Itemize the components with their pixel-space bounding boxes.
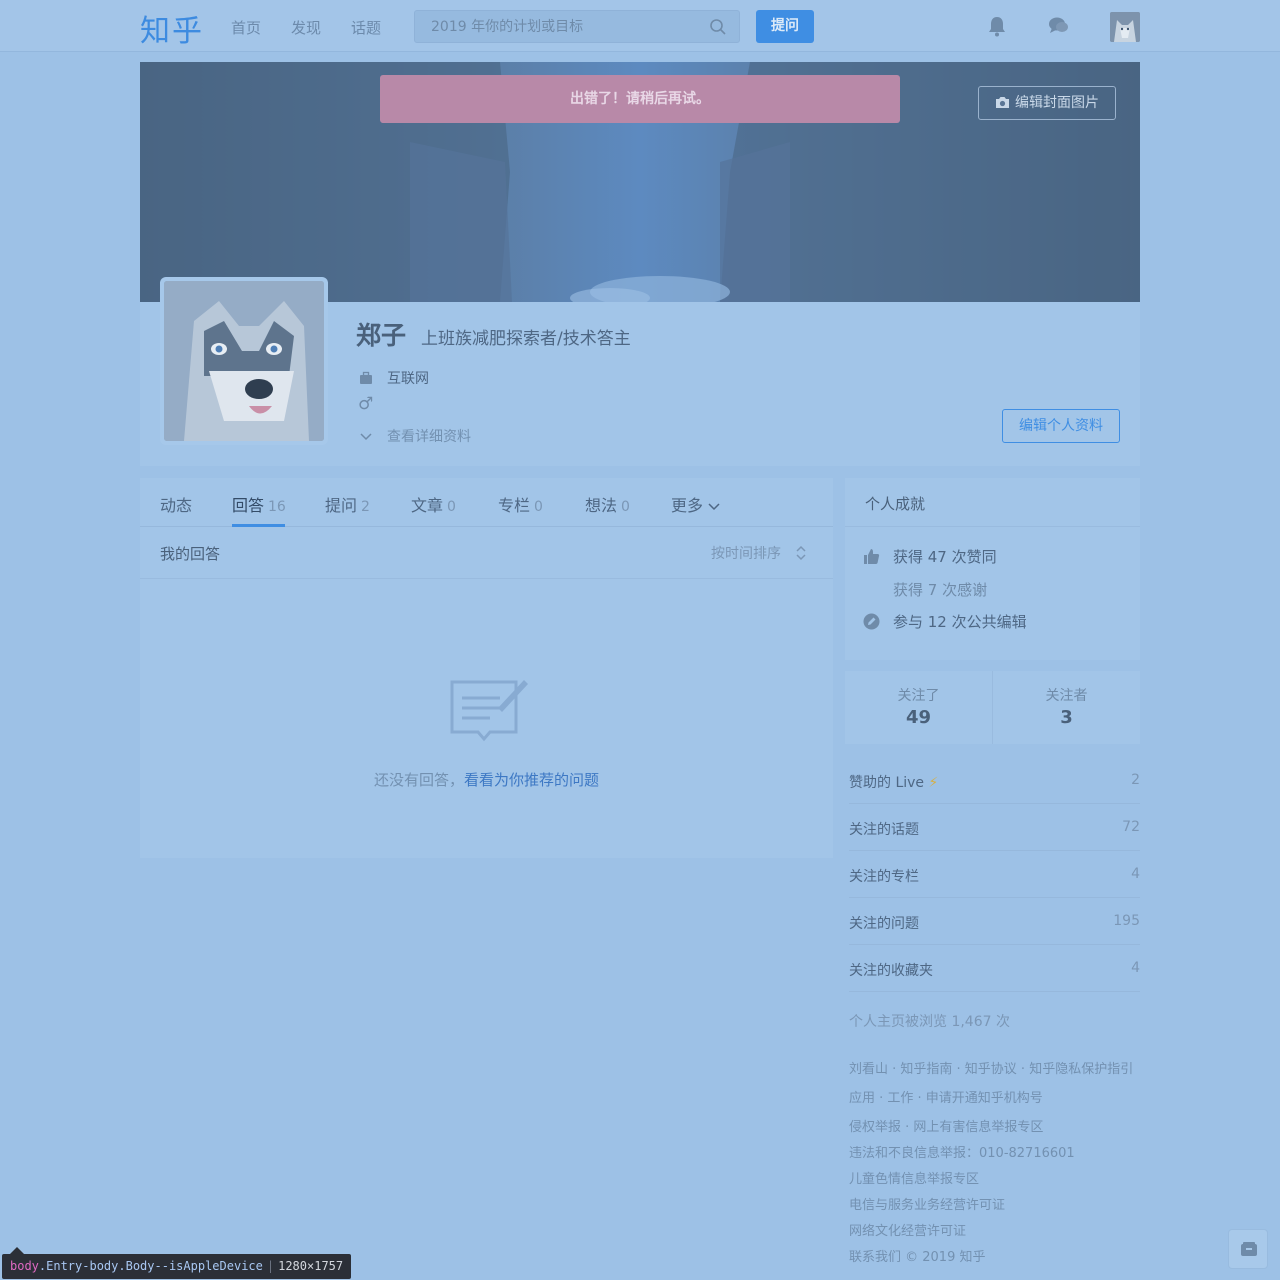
achievements-card: 个人成就 获得 47 次赞同 获得 7 次感谢 参与 12 次公共编辑: [845, 478, 1140, 660]
briefcase-icon: [360, 371, 372, 384]
tab-answers[interactable]: 回答 16: [232, 492, 286, 516]
tab-activities[interactable]: 动态: [160, 492, 192, 516]
ask-question-button[interactable]: 提问: [756, 10, 814, 43]
search-box: [414, 10, 740, 43]
profile-views-count: 个人主页被浏览 1,467 次: [849, 1014, 1010, 1030]
side-item-followed-topics[interactable]: 关注的话题 72: [849, 804, 1140, 851]
chevron-down-icon: [360, 433, 372, 441]
footer-line[interactable]: 违法和不良信息举报：010-82716601: [849, 1142, 1075, 1161]
avatar[interactable]: [1110, 12, 1140, 42]
nav-home[interactable]: 首页: [231, 17, 261, 38]
footer-line[interactable]: 刘看山 · 知乎指南 · 知乎协议 · 知乎隐私保护指引: [849, 1058, 1133, 1077]
inbox-icon: [1241, 1242, 1257, 1256]
side-item-followed-questions[interactable]: 关注的问题 195: [849, 898, 1140, 945]
top-nav-bar: 知乎 首页 发现 话题 提问: [0, 0, 1280, 52]
male-icon: ♂: [358, 394, 374, 414]
tab-more[interactable]: 更多: [671, 492, 720, 516]
lightning-icon: ⚡: [928, 775, 939, 791]
search-icon[interactable]: [709, 18, 727, 36]
profile-headline: 上班族减肥探索者/技术答主: [421, 329, 631, 349]
footer-line[interactable]: 应用 · 工作 · 申请开通知乎机构号: [849, 1087, 1043, 1106]
edit-cover-button[interactable]: 编辑封面图片: [978, 86, 1116, 120]
footer-line[interactable]: 儿童色情信息举报专区: [849, 1168, 979, 1187]
thumbs-up-icon: [864, 549, 880, 564]
tab-pins[interactable]: 想法 0: [585, 492, 630, 516]
followers-stat[interactable]: 关注者 3: [993, 671, 1140, 744]
profile-name: 郑子: [356, 321, 407, 350]
cover-image: 出错了！请稍后再试。 编辑封面图片: [140, 62, 1140, 302]
side-item-followed-collections[interactable]: 关注的收藏夹 4: [849, 945, 1140, 992]
footer-line[interactable]: 电信与服务业务经营许可证: [849, 1194, 1005, 1213]
tab-columns[interactable]: 专栏 0: [498, 492, 543, 516]
nav-topics[interactable]: 话题: [351, 17, 381, 38]
sort-arrows-icon[interactable]: [795, 545, 807, 561]
follow-stats-card: 关注了 49 关注者 3: [845, 671, 1140, 744]
empty-answers-icon: [450, 680, 528, 742]
footer-line[interactable]: 联系我们 © 2019 知乎: [849, 1246, 985, 1265]
nav-explore[interactable]: 发现: [291, 17, 321, 38]
following-stat[interactable]: 关注了 49: [845, 671, 992, 744]
profile-main-content: 动态 回答 16 提问 2 文章 0 专栏 0 想法 0 更多 我的回答 按时间排序 还没…: [140, 478, 833, 858]
side-item-sponsored-live[interactable]: 赞助的 Live ⚡ 2: [849, 757, 1140, 804]
error-toast: 出错了！请稍后再试。: [380, 75, 900, 123]
chat-bubbles-icon[interactable]: [1047, 14, 1071, 38]
bell-icon[interactable]: [985, 14, 1009, 38]
feedback-float-button[interactable]: [1228, 1229, 1268, 1269]
tab-questions[interactable]: 提问 2: [325, 492, 370, 516]
empty-state-text: 还没有回答，看看为你推荐的问题: [373, 771, 600, 789]
view-details-link[interactable]: 查看详细资料: [387, 426, 471, 446]
industry-label: 互联网: [387, 371, 429, 387]
answers-section-header: 我的回答 按时间排序: [140, 527, 833, 579]
profile-header-card: 出错了！请稍后再试。 编辑封面图片 郑子 上班族减肥探索者/技术答主 互联网 ♂…: [140, 62, 1140, 466]
recommended-questions-link[interactable]: 看看为你推荐的问题: [464, 771, 599, 789]
edit-cover-label: 编辑封面图片: [1015, 95, 1099, 111]
section-title: 我的回答: [160, 545, 221, 563]
profile-tabs: 动态 回答 16 提问 2 文章 0 专栏 0 想法 0 更多: [140, 478, 833, 527]
divider: [845, 526, 1140, 527]
zhihu-logo[interactable]: 知乎: [140, 6, 204, 50]
edit-badge-icon: [863, 613, 880, 630]
achievements-title: 个人成就: [865, 495, 926, 513]
tab-articles[interactable]: 文章 0: [411, 492, 456, 516]
footer-line[interactable]: 网络文化经营许可证: [849, 1220, 966, 1239]
chevron-down-icon: [708, 502, 720, 510]
edit-profile-button[interactable]: 编辑个人资料: [1002, 409, 1120, 443]
devtools-element-tooltip: body.Entry-body.Body--isAppleDevice | 1280…: [2, 1254, 352, 1279]
footer-line[interactable]: 侵权举报 · 网上有害信息举报专区: [849, 1116, 1043, 1135]
side-item-followed-columns[interactable]: 关注的专栏 4: [849, 851, 1140, 898]
devtools-tooltip-arrow: [10, 1247, 24, 1254]
camera-icon: [996, 97, 1009, 108]
sort-by-time-button[interactable]: 按时间排序: [711, 543, 781, 563]
search-input[interactable]: [415, 11, 705, 42]
profile-avatar[interactable]: [160, 277, 328, 445]
